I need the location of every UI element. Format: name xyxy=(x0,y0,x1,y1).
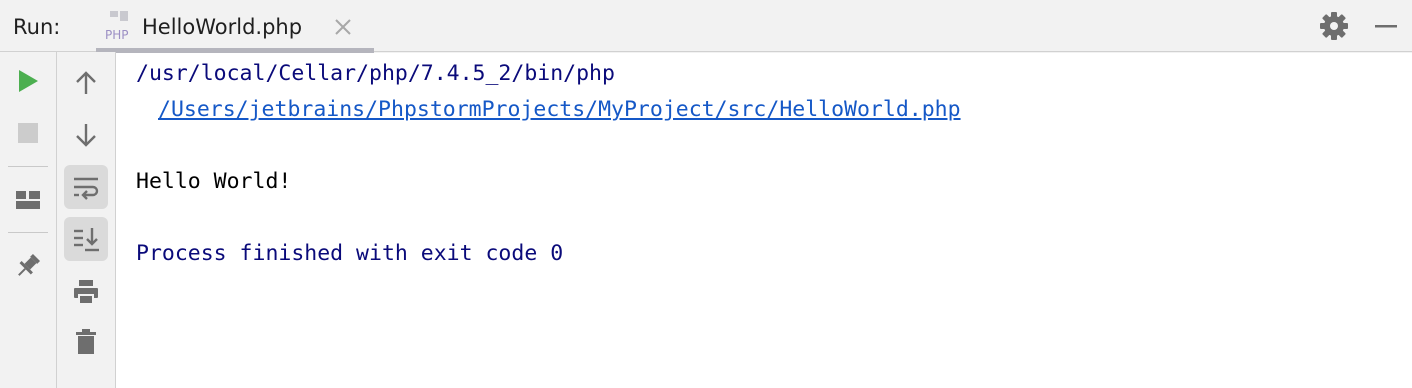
stop-icon xyxy=(18,123,38,143)
gear-icon[interactable] xyxy=(1319,11,1349,41)
console-exit-message: Process finished with exit code 0 xyxy=(136,241,564,266)
console-script-path-link[interactable]: /Users/jetbrains/PhpstormProjects/MyProj… xyxy=(158,95,961,125)
console-command-line: /usr/local/Cellar/php/7.4.5_2/bin/php xyxy=(136,61,615,86)
run-toolbar xyxy=(0,52,57,388)
svg-text:PHP: PHP xyxy=(105,28,129,42)
down-stack-button[interactable] xyxy=(64,113,108,157)
layout-icon xyxy=(16,191,40,209)
toolbar-divider xyxy=(8,232,48,233)
run-label: Run: xyxy=(13,15,61,39)
stop-button[interactable] xyxy=(6,111,50,155)
scroll-to-end-icon xyxy=(74,228,99,252)
up-stack-button[interactable] xyxy=(64,61,108,105)
console-output-line: Hello World! xyxy=(136,169,292,194)
close-icon[interactable] xyxy=(332,16,354,38)
toolbar-divider xyxy=(8,166,48,167)
soft-wrap-icon xyxy=(74,177,99,200)
tab-title: HelloWorld.php xyxy=(142,15,303,39)
rerun-button[interactable] xyxy=(6,59,50,103)
scroll-to-end-button[interactable] xyxy=(64,217,108,261)
layout-button[interactable] xyxy=(6,178,50,222)
run-tool-window: Run: PHP HelloWorld.php /usr/local/Cella… xyxy=(0,0,1412,388)
minimize-icon[interactable] xyxy=(1373,13,1399,39)
console-toolbar xyxy=(57,52,116,388)
play-icon xyxy=(19,70,38,92)
console-output[interactable]: /usr/local/Cellar/php/7.4.5_2/bin/php /U… xyxy=(116,53,1412,388)
print-button[interactable] xyxy=(64,270,108,314)
clear-all-button[interactable] xyxy=(64,320,108,364)
tab-helloworld[interactable]: PHP HelloWorld.php xyxy=(96,0,374,53)
php-file-icon: PHP xyxy=(105,11,129,42)
trash-icon xyxy=(76,329,96,354)
pin-tab-button[interactable] xyxy=(6,244,50,288)
arrow-up-icon xyxy=(76,71,96,94)
soft-wrap-button[interactable] xyxy=(64,165,108,209)
arrow-down-icon xyxy=(76,124,96,147)
run-header: Run: PHP HelloWorld.php xyxy=(0,0,1412,53)
printer-icon xyxy=(74,280,98,305)
pin-icon xyxy=(18,253,41,276)
